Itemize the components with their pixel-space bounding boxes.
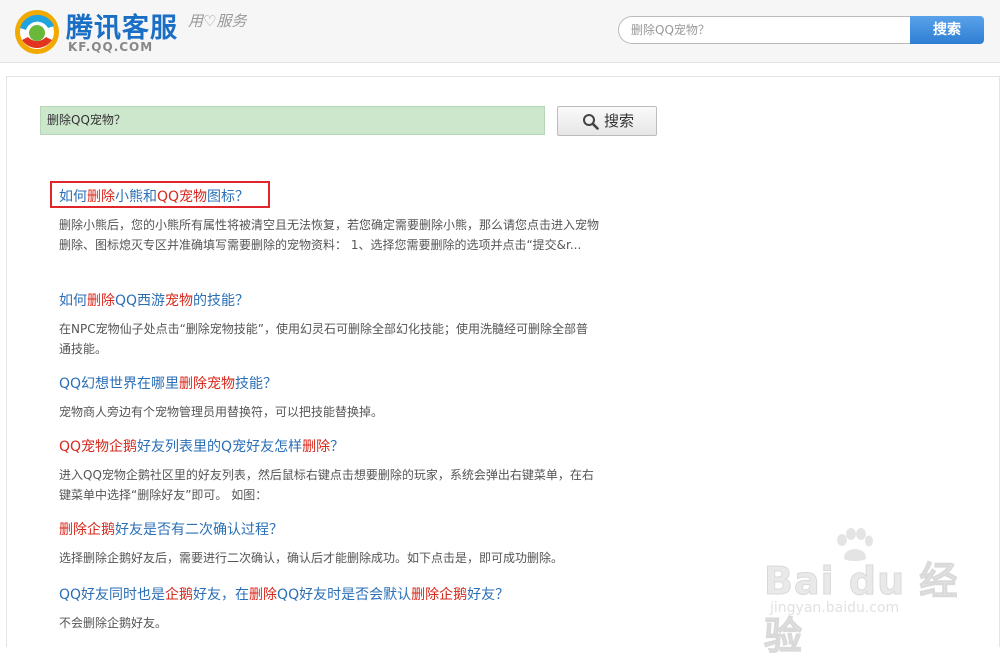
title-text: 的技能？ [193, 293, 250, 309]
title-text: 好友，在 [193, 587, 250, 603]
title-keyword-highlight: 删除企鹅 [411, 587, 468, 603]
title-keyword-highlight: 宠物 [165, 293, 194, 309]
title-text: QQ好友同时也是 [59, 587, 166, 603]
title-text: 如何 [59, 293, 87, 309]
result-snippet: 宠物商人旁边有个宠物管理员用替换符，可以把技能替换掉。 [59, 405, 384, 419]
title-text: QQ好友时是否会默认 [277, 587, 412, 603]
title-keyword-highlight: 删除 [87, 293, 115, 309]
result-item: QQ宠物企鹅好友列表里的Q宠好友怎样删除？ 进入QQ宠物企鹅社区里的好友列表，然后… [59, 436, 599, 505]
result-snippet: 在NPC宠物仙子处点击“删除宠物技能”，使用幻灵石可删除全部幻化技能；使用洗髓经… [59, 322, 589, 356]
watermark-url: jingyan.baidu.com [770, 600, 900, 616]
title-text: QQ西游 [115, 293, 166, 309]
header-search-button[interactable]: 搜索 [910, 16, 984, 44]
result-title-link[interactable]: 如何删除QQ西游宠物的技能？ [59, 290, 249, 310]
title-text: ？ [330, 439, 345, 455]
result-item: 如何删除QQ西游宠物的技能？ 在NPC宠物仙子处点击“删除宠物技能”，使用幻灵石可… [59, 290, 599, 359]
title-keyword-highlight: 删除 [302, 439, 331, 455]
title-text: 好友列表里的Q宠好友怎样 [137, 439, 303, 455]
logo-domain: KF.QQ.COM [68, 40, 154, 54]
main-search-input[interactable]: 删除QQ宠物？ [40, 106, 545, 135]
result-item: QQ好友同时也是企鹅好友，在删除QQ好友时是否会默认删除企鹅好友？ 不会删除企鹅好… [59, 584, 599, 633]
title-keyword-highlight: 删除宠物 [179, 376, 236, 392]
title-text: 技能？ [235, 376, 278, 392]
result-snippet: 删除小熊后，您的小熊所有属性将被清空且无法恢复，若您确定需要删除小熊，那么请您点… [59, 218, 600, 252]
title-text: 好友是否有二次确认过程？ [115, 522, 283, 538]
search-icon [583, 114, 599, 130]
result-title-link[interactable]: QQ幻想世界在哪里删除宠物技能？ [59, 373, 277, 393]
result-title-link[interactable]: 删除企鹅好友是否有二次确认过程？ [59, 519, 283, 539]
title-keyword-highlight: 删除企鹅 [59, 522, 115, 538]
title-text: QQ幻想世界在哪里 [59, 376, 180, 392]
result-snippet: 进入QQ宠物企鹅社区里的好友列表，然后鼠标右键点击想要删除的玩家，系统会弹出右键… [59, 468, 594, 502]
result-snippet: 不会删除企鹅好友。 [59, 616, 168, 630]
result-item: 删除企鹅好友是否有二次确认过程？ 选择删除企鹅好友后，需要进行二次确认，确认后才能… [59, 519, 599, 568]
header-search: 删除QQ宠物？ 搜索 [618, 16, 984, 44]
title-keyword-highlight: QQ宠物企鹅 [59, 439, 138, 455]
main-search-button-label: 搜索 [604, 112, 635, 130]
title-text: 好友？ [467, 587, 510, 603]
header-search-input[interactable]: 删除QQ宠物？ [618, 16, 910, 44]
result-title-link[interactable]: QQ好友同时也是企鹅好友，在删除QQ好友时是否会默认删除企鹅好友？ [59, 584, 509, 604]
title-keyword-highlight: 企鹅 [165, 587, 194, 603]
annotation-highlight-box [50, 181, 270, 208]
title-keyword-highlight: 删除 [249, 587, 278, 603]
result-title-link[interactable]: QQ宠物企鹅好友列表里的Q宠好友怎样删除？ [59, 436, 344, 456]
baidu-jingyan-watermark: Bai du 经验 jingyan.baidu.com [760, 528, 990, 659]
tencent-cs-logo-icon[interactable] [12, 6, 62, 56]
logo-slogan: 用♡服务 [188, 12, 247, 30]
result-snippet: 选择删除企鹅好友后，需要进行二次确认，确认后才能删除成功。如下点击是，即可成功删… [59, 551, 564, 565]
main-search-button[interactable]: 搜索 [557, 106, 657, 136]
result-item: QQ幻想世界在哪里删除宠物技能？ 宠物商人旁边有个宠物管理员用替换符，可以把技能替… [59, 373, 599, 422]
site-header: 腾讯客服 KF.QQ.COM 用♡服务 删除QQ宠物？ 搜索 [0, 0, 1000, 63]
